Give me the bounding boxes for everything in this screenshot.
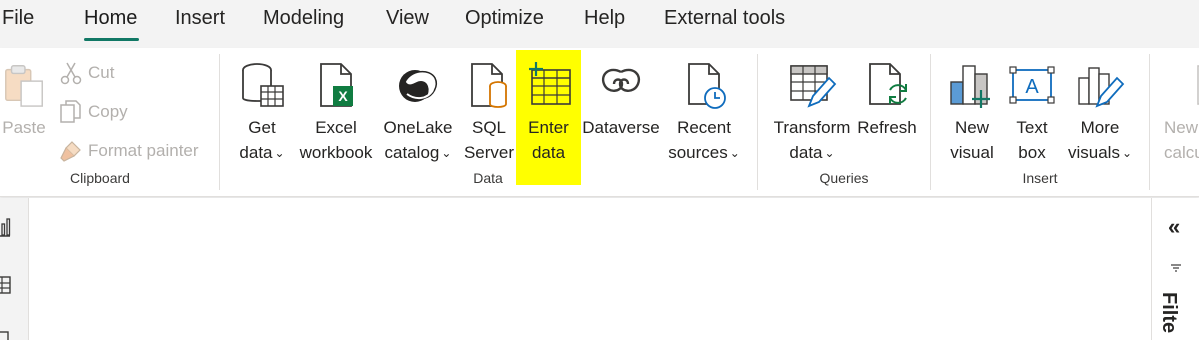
onelake-catalog-button[interactable]: OneLake catalog ⌄ [378,48,458,188]
menu-bar: File Home Insert Modeling View Optimize … [0,0,1199,48]
copy-label: Copy [88,102,128,121]
sql-label-1: SQL [471,118,507,137]
tab-insert[interactable]: Insert [175,7,225,30]
chevron-down-icon: ⌄ [824,146,835,160]
more-visuals-button[interactable]: More visuals ⌄ [1061,48,1139,188]
new-visual-button[interactable]: New visual [941,48,1003,188]
more-visuals-label-1: More [1080,118,1120,137]
tab-modeling[interactable]: Modeling [263,7,344,30]
filters-pane-title: Filte [1158,292,1180,334]
onelake-icon [399,70,437,102]
separator [757,54,758,190]
new-calc-label-2: calcu [1164,143,1199,162]
new-calculation-button[interactable]: New calcu [1160,48,1199,188]
more-visuals-icon [1078,67,1125,108]
tab-help[interactable]: Help [584,7,625,30]
new-visual-label-1: New [954,118,989,137]
view-switcher-rail [0,198,29,340]
separator [1149,54,1150,190]
format-painter-label: Format painter [88,141,199,160]
clipboard-group-label: Clipboard [70,170,130,186]
cut-label: Cut [88,63,115,82]
get-data-button[interactable]: Get data ⌄ [230,48,294,188]
report-view-icon[interactable] [0,216,14,238]
transform-label-1: Transform [773,118,851,137]
report-canvas[interactable] [29,198,1151,340]
chevron-down-icon: ⌄ [441,146,452,160]
data-group-label: Data [473,170,503,186]
tab-optimize[interactable]: Optimize [465,7,544,30]
sql-label-2: Server [463,143,515,162]
excel-workbook-button[interactable]: X Excel workbook [294,48,378,188]
recent-sources-button[interactable]: Recent sources ⌄ [661,48,747,188]
database-table-icon [242,63,284,107]
separator [930,54,931,190]
dataverse-button[interactable]: Dataverse [581,48,661,188]
text-box-icon: A [1009,66,1055,104]
calculator-icon [1197,65,1199,105]
enter-data-label-1: Enter [528,118,569,137]
excel-label-2: workbook [299,143,373,162]
active-tab-indicator [84,38,139,41]
recent-label-2: sources [668,143,728,162]
refresh-button[interactable]: Refresh [856,48,918,188]
table-view-icon[interactable] [0,274,12,296]
sql-server-icon [471,63,507,108]
tab-home[interactable]: Home [84,7,137,30]
scissors-icon [60,62,82,85]
transform-data-button[interactable]: Transform data ⌄ [768,48,856,188]
onelake-label-1: OneLake [383,118,453,137]
get-data-label-2: data [239,143,273,162]
format-painter-button[interactable]: Format painter [58,134,199,168]
insert-group-label: Insert [1022,170,1058,186]
enter-data-table-icon [528,62,571,105]
svg-text:A: A [1025,76,1039,98]
text-box-label-2: box [1018,143,1046,162]
dataverse-icon [601,68,641,92]
more-visuals-label-2: visuals [1067,143,1120,162]
new-visual-label-2: visual [950,143,994,162]
dataverse-label: Dataverse [582,118,660,137]
transform-data-icon [790,65,837,108]
copy-button[interactable]: Copy [58,95,128,129]
chevron-down-icon: ⌄ [1121,146,1133,160]
copy-icon [60,100,81,123]
tab-file[interactable]: File [2,7,34,30]
recent-clock-icon [688,63,726,109]
tab-external-tools[interactable]: External tools [664,7,785,30]
refresh-label: Refresh [857,118,917,137]
svg-text:X: X [338,88,348,104]
new-visual-chart-icon [950,65,990,108]
paste-icon [5,65,43,107]
enter-data-button[interactable]: Enter data [516,48,581,188]
model-view-icon[interactable] [0,328,12,340]
separator [219,54,220,190]
refresh-icon [869,63,907,105]
cut-button[interactable]: Cut [58,56,114,90]
excel-label-1: Excel [315,118,357,137]
chevron-down-icon: ⌄ [274,146,285,160]
get-data-label-1: Get [248,118,276,137]
enter-data-label-2: data [531,143,566,162]
text-box-button[interactable]: A Text box [1003,48,1061,188]
tab-view[interactable]: View [386,7,429,30]
paste-button[interactable]: Paste [0,48,50,188]
sql-server-button[interactable]: SQL Server [458,48,520,188]
recent-label-1: Recent [677,118,731,137]
filter-icon [1171,264,1181,272]
text-box-label-1: Text [1016,118,1048,137]
onelake-label-2: catalog [384,143,440,162]
queries-group-label: Queries [819,170,869,186]
paintbrush-icon [60,141,81,162]
paste-label: Paste [2,118,46,137]
transform-label-2: data [789,143,823,162]
collapse-pane-icon[interactable]: « [1168,214,1180,240]
new-calc-label-1: New [1164,118,1199,137]
chevron-down-icon: ⌄ [729,146,740,160]
excel-file-icon: X [320,63,353,107]
